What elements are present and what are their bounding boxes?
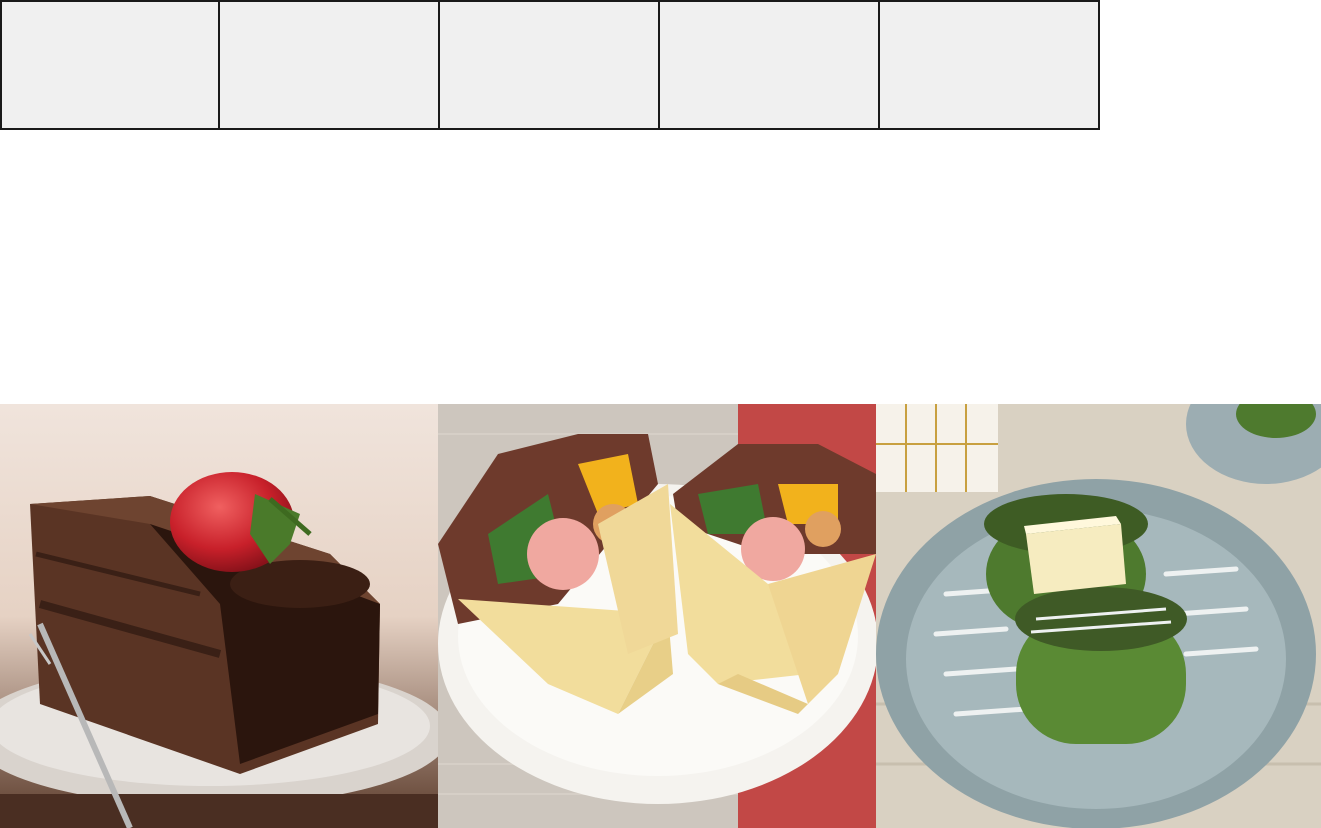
green-patties-image	[876, 404, 1321, 828]
empty-tile-3[interactable]	[438, 0, 660, 130]
food-photo-row	[0, 404, 1321, 828]
crepe-wraps-photo[interactable]	[438, 404, 876, 828]
empty-tile-2[interactable]	[218, 0, 440, 130]
chocolate-cake-photo[interactable]	[0, 404, 438, 828]
empty-tile-4[interactable]	[658, 0, 880, 130]
empty-tile-5[interactable]	[878, 0, 1100, 130]
tile-row	[0, 0, 1100, 130]
empty-tile-1[interactable]	[0, 0, 220, 130]
green-patties-photo[interactable]	[876, 404, 1321, 828]
chocolate-cake-image	[0, 404, 438, 828]
crepe-wraps-image	[438, 404, 876, 828]
page	[0, 0, 1321, 828]
